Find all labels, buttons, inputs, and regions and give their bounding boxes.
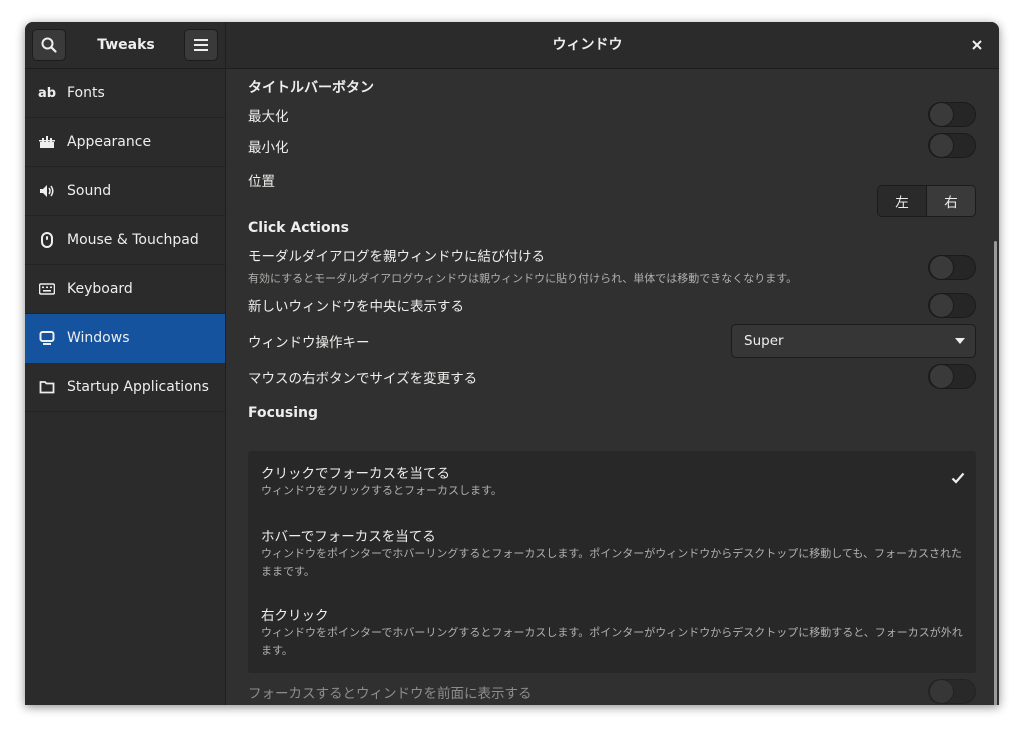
- raise-on-focus-switch[interactable]: [928, 679, 976, 704]
- focus-option-hover[interactable]: ホバーでフォーカスを当てる ウィンドウをポインターでホバーリングするとフォーカス…: [248, 515, 976, 593]
- page-title: ウィンドウ: [552, 37, 623, 53]
- focus-option-description: ウィンドウをクリックするとフォーカスします。: [261, 484, 502, 497]
- search-icon: [41, 37, 57, 53]
- focus-option-description: ウィンドウをポインターでホバーリングするとフォーカスします。ポインターがウィンド…: [261, 547, 963, 578]
- focus-option-secondary-click[interactable]: 右クリック ウィンドウをポインターでホバーリングするとフォーカスします。ポインタ…: [248, 593, 976, 673]
- focus-mode-list: クリックでフォーカスを当てる ウィンドウをクリックするとフォーカスします。 ホバ…: [248, 451, 976, 673]
- sidebar-item-appearance[interactable]: Appearance: [25, 118, 225, 167]
- attach-modal-label: モーダルダイアログを親ウィンドウに結び付ける: [248, 249, 545, 265]
- sidebar-item-fonts[interactable]: ab Fonts: [25, 69, 225, 118]
- focus-option-click[interactable]: クリックでフォーカスを当てる ウィンドウをクリックするとフォーカスします。: [248, 451, 976, 515]
- sidebar-item-label: Appearance: [67, 134, 152, 150]
- focus-option-title: 右クリック: [261, 608, 329, 624]
- vertical-scrollbar[interactable]: [994, 241, 997, 705]
- maximize-label: 最大化: [248, 109, 289, 125]
- close-icon: [972, 40, 982, 50]
- section-title-focusing: Focusing: [248, 405, 318, 421]
- center-new-windows-switch[interactable]: [928, 293, 976, 318]
- dropdown-value: Super: [744, 333, 784, 349]
- switch-knob: [929, 133, 954, 158]
- raise-on-focus-label: フォーカスするとウィンドウを前面に表示する: [248, 686, 532, 702]
- sidebar-item-label: Sound: [67, 183, 112, 199]
- switch-knob: [929, 679, 954, 704]
- sidebar-item-label: Fonts: [67, 85, 105, 101]
- maximize-switch[interactable]: [928, 102, 976, 127]
- placement-left-button[interactable]: 左: [878, 186, 927, 216]
- switch-knob: [929, 102, 954, 127]
- sidebar-item-mouse-touchpad[interactable]: Mouse & Touchpad: [25, 216, 225, 265]
- mouse-icon: [38, 231, 56, 249]
- window-action-key-label: ウィンドウ操作キー: [248, 335, 370, 351]
- chevron-down-icon: [955, 338, 965, 344]
- sidebar-item-startup-applications[interactable]: Startup Applications: [25, 363, 225, 412]
- focus-option-title: ホバーでフォーカスを当てる: [261, 529, 436, 545]
- header-left: Tweaks: [25, 22, 226, 68]
- center-new-windows-label: 新しいウィンドウを中央に表示する: [248, 299, 464, 315]
- resize-secondary-switch[interactable]: [928, 364, 976, 389]
- tweaks-window: Tweaks ウィンドウ ab Fonts Appearance Sound M…: [25, 22, 999, 705]
- app-title: Tweaks: [97, 37, 155, 53]
- speaker-icon: [38, 182, 56, 200]
- search-button[interactable]: [32, 29, 66, 61]
- minimize-label: 最小化: [248, 140, 289, 156]
- window-icon: [38, 329, 56, 347]
- checkmark-icon: [951, 472, 965, 484]
- keyboard-icon: [38, 280, 56, 298]
- section-title-titlebar-buttons: タイトルバーボタン: [248, 80, 374, 96]
- menu-button[interactable]: [184, 29, 218, 61]
- appearance-icon: [38, 133, 56, 151]
- fonts-icon: ab: [37, 85, 57, 101]
- switch-knob: [929, 364, 954, 389]
- switch-knob: [929, 293, 954, 318]
- sidebar-item-keyboard[interactable]: Keyboard: [25, 265, 225, 314]
- sidebar-item-label: Keyboard: [67, 281, 133, 297]
- switch-knob: [929, 255, 954, 280]
- folder-icon: [38, 378, 56, 396]
- close-button[interactable]: [965, 33, 989, 57]
- resize-secondary-label: マウスの右ボタンでサイズを変更する: [248, 371, 478, 387]
- focus-option-description: ウィンドウをポインターでホバーリングするとフォーカスします。ポインターがウィンド…: [261, 626, 963, 657]
- sidebar-item-sound[interactable]: Sound: [25, 167, 225, 216]
- placement-segmented-control: 左 右: [877, 185, 976, 217]
- windows-settings-panel: タイトルバーボタン 最大化 最小化 位置 左 右 Click Actions モ…: [226, 69, 999, 705]
- hamburger-menu-icon: [194, 39, 208, 51]
- sidebar-item-label: Mouse & Touchpad: [67, 232, 199, 248]
- sidebar-item-label: Startup Applications: [67, 379, 209, 395]
- placement-right-button[interactable]: 右: [927, 186, 975, 216]
- header-bar: Tweaks ウィンドウ: [25, 22, 999, 69]
- sidebar-item-label: Windows: [67, 330, 130, 346]
- focus-option-title: クリックでフォーカスを当てる: [261, 466, 450, 482]
- minimize-switch[interactable]: [928, 133, 976, 158]
- attach-modal-switch[interactable]: [928, 255, 976, 280]
- attach-modal-description: 有効にするとモーダルダイアログウィンドウは親ウィンドウに貼り付けられ、単体では移…: [248, 272, 798, 285]
- sidebar: ab Fonts Appearance Sound Mouse & Touchp…: [25, 69, 226, 705]
- section-title-click-actions: Click Actions: [248, 220, 349, 236]
- placement-label: 位置: [248, 174, 275, 190]
- window-action-key-dropdown[interactable]: Super: [731, 324, 976, 358]
- sidebar-item-windows[interactable]: Windows: [25, 314, 225, 363]
